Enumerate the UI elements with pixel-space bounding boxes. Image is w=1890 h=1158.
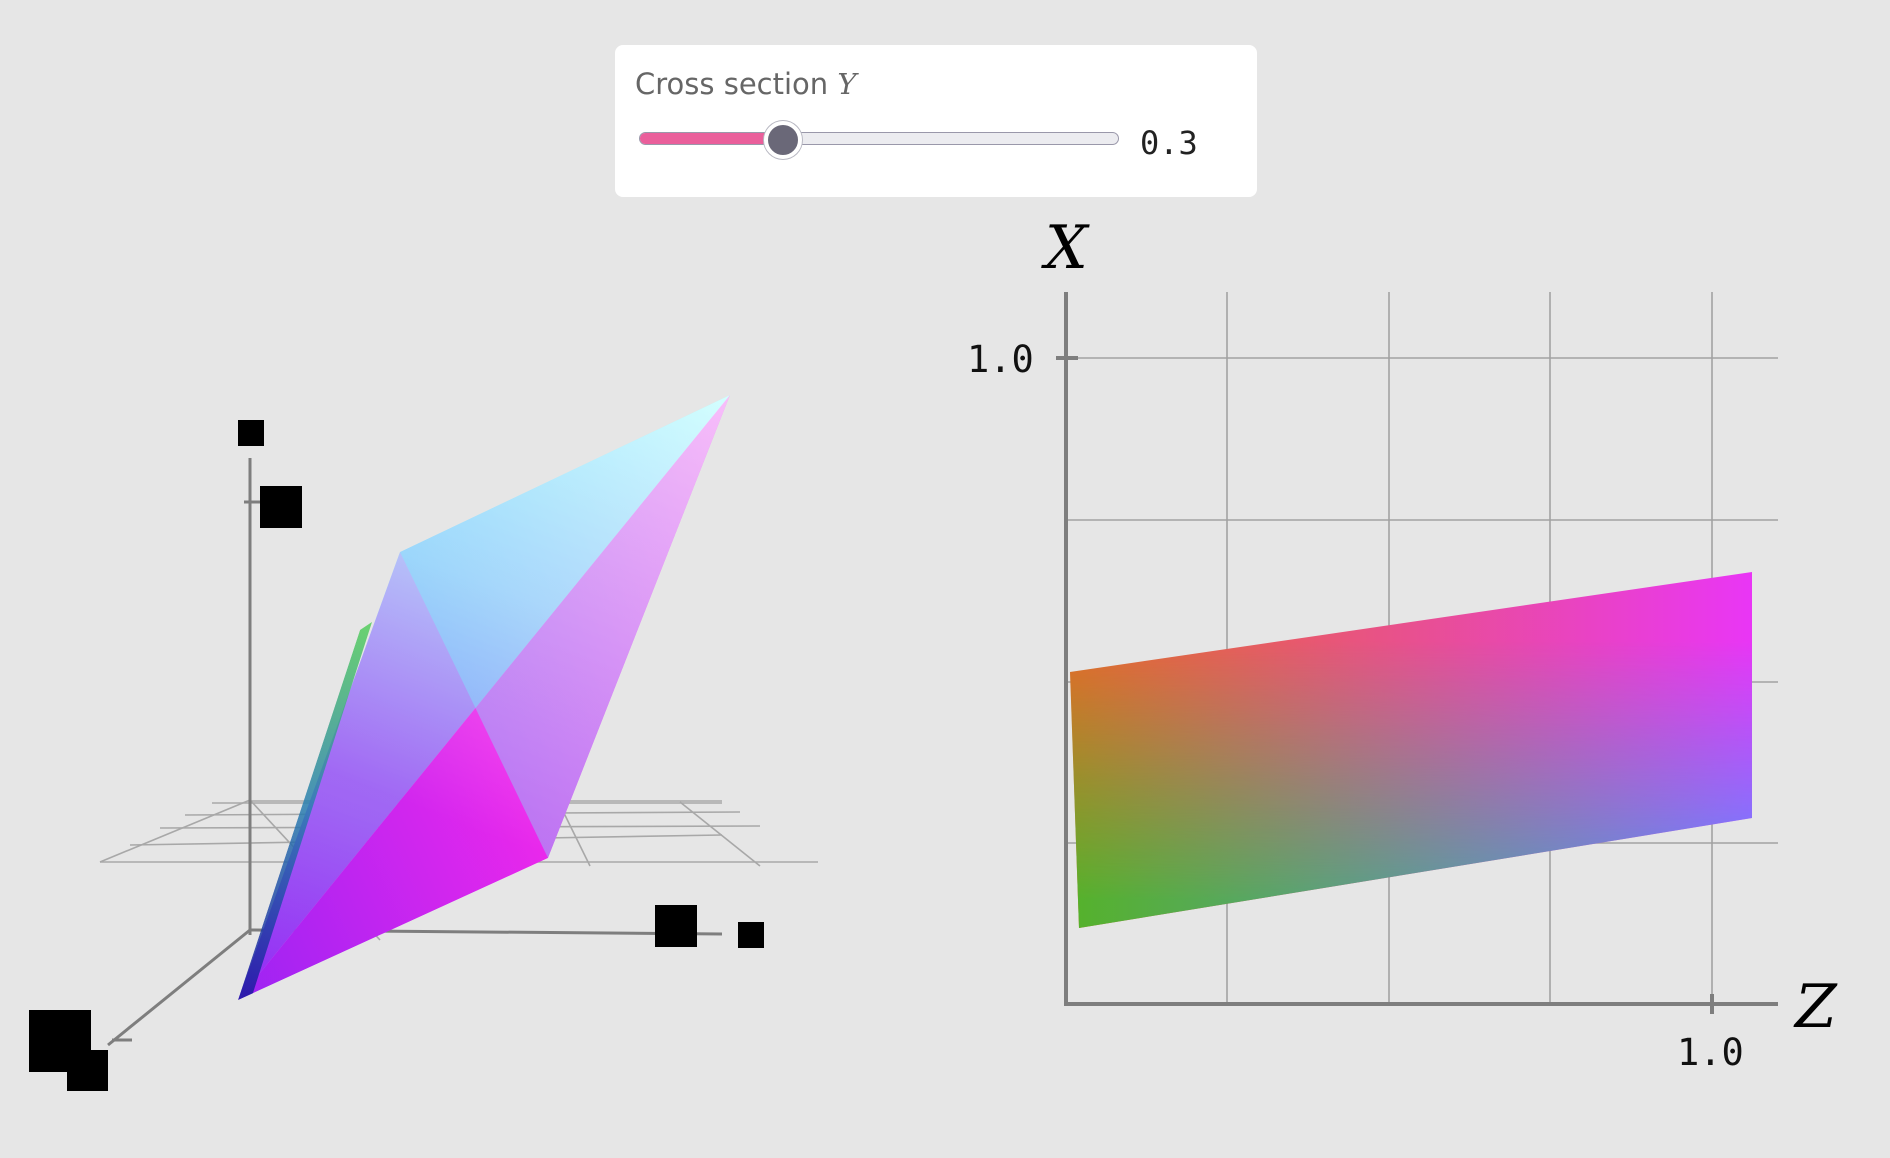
y-tick-label: 1.0	[967, 338, 1034, 381]
y-axis-label: X	[1041, 213, 1090, 283]
axis-end-marker	[67, 1050, 108, 1091]
axis-end-marker	[238, 420, 264, 446]
plot-3d[interactable]	[0, 0, 840, 1158]
axis-label-box	[260, 486, 302, 528]
x-tick-label: 1.0	[1677, 1031, 1744, 1074]
axis-label-box	[655, 905, 697, 947]
plot-2d[interactable]: X Z 1.0 1.0	[840, 0, 1890, 1158]
color-cross-section-2d	[1070, 572, 1752, 928]
x-axis-label: Z	[1793, 972, 1838, 1042]
axis-end-marker	[738, 922, 764, 948]
